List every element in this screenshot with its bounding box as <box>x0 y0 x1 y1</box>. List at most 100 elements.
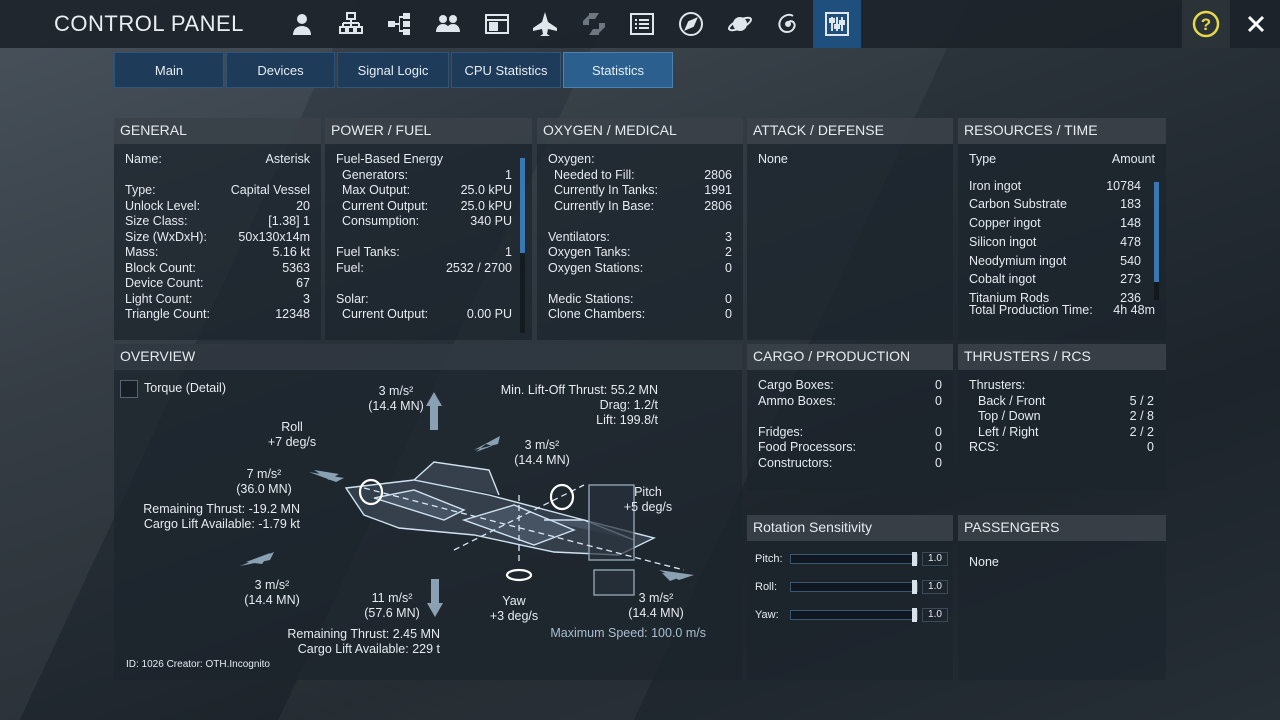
pitch-sensitivity-label: Pitch: <box>755 553 783 565</box>
forward-accel: 3 m/s² (14.4 MN) <box>628 591 684 620</box>
compass-icon[interactable] <box>667 0 716 48</box>
slider-handle[interactable] <box>912 552 917 566</box>
stat-row: Device Count: 67 <box>125 276 310 290</box>
power-list: Fuel-Based Energy Generators: 1 Max Outpu… <box>325 144 532 331</box>
slider-handle[interactable] <box>912 608 917 622</box>
down-remaining-info: Remaining Thrust: 2.45 MN Cargo Lift Avai… <box>287 627 440 656</box>
planet-icon[interactable] <box>715 0 764 48</box>
scroll-thumb[interactable] <box>520 158 525 253</box>
stat-row: Oxygen Tanks: 2 <box>548 245 732 259</box>
oxygen-list: Oxygen: Needed to Fill: 2806 Currently In… <box>537 144 743 331</box>
stat-row: Triangle Count: 12348 <box>125 307 310 321</box>
stat-row: Food Processors: 0 <box>758 440 942 454</box>
stat-row: Max Output: 25.0 kPU <box>342 183 512 197</box>
roll-sensitivity-label: Roll: <box>755 581 778 593</box>
yaw-sensitivity-slider[interactable] <box>790 608 918 622</box>
stat-row: Generators: 1 <box>342 167 512 182</box>
stat-row: Current Output: 25.0 kPU <box>342 198 512 213</box>
stat-row: Fuel Tanks: 1 <box>336 245 512 259</box>
stat-row: Needed to Fill: 2806 <box>554 167 732 182</box>
stat-row: Unlock Level: 20 <box>125 198 310 213</box>
stat-row: Consumption: 340 PU <box>342 214 512 228</box>
sensitivity-panel: Rotation Sensitivity <box>747 515 953 680</box>
thrusters-label: Thrusters: <box>969 378 1026 392</box>
passengers-panel: PASSENGERS None <box>958 515 1166 680</box>
resources-scroll-list[interactable]: Iron ingot 10784 Carbon Substrate 183 Copp… <box>969 177 1155 305</box>
ship-icon[interactable] <box>521 0 570 48</box>
help-icon: ? <box>1192 10 1220 38</box>
oxygen-panel: OXYGEN / MEDICAL Oxygen: Needed to Fill:… <box>537 118 743 340</box>
stat-row: Left / Right 2 / 2 <box>978 424 1154 439</box>
galaxy-icon[interactable] <box>764 0 813 48</box>
general-panel: GENERAL Name: Asterisk Type: Capital Vesse… <box>114 118 321 340</box>
pitch-sensitivity-slider[interactable] <box>790 552 918 566</box>
close-button[interactable] <box>1232 0 1280 48</box>
cargo-panel: CARGO / PRODUCTION Cargo Boxes: 0 Ammo Bo… <box>747 344 953 490</box>
power-panel: POWER / FUEL Fuel-Based Energy Generator… <box>325 118 532 340</box>
sensitivity-title: Rotation Sensitivity <box>747 515 953 541</box>
stat-row: Currently In Tanks: 1991 <box>554 183 732 197</box>
scroll-thumb[interactable] <box>1154 182 1159 282</box>
thrusters-title: THRUSTERS / RCS <box>958 344 1166 370</box>
faction-icon[interactable] <box>424 0 473 48</box>
stat-row: Top / Down 2 / 8 <box>978 409 1154 423</box>
back-left-accel: 3 m/s² (14.4 MN) <box>244 578 300 607</box>
list-icon[interactable] <box>618 0 667 48</box>
stat-row: Mass: 5.16 kt <box>125 245 310 259</box>
tab-statistics[interactable]: Statistics <box>563 52 673 88</box>
browser-icon[interactable] <box>472 0 521 48</box>
page-title: CONTROL PANEL <box>54 11 244 36</box>
tab-main[interactable]: Main <box>114 52 224 88</box>
left-accel: 7 m/s² (36.0 MN) <box>236 467 292 496</box>
blueprint-icon[interactable] <box>570 0 619 48</box>
torque-checkbox[interactable] <box>120 380 138 398</box>
solar-label: Solar: <box>336 291 369 306</box>
stat-row: Ventilators: 3 <box>548 229 732 244</box>
fuel-energy-label: Fuel-Based Energy <box>336 152 444 166</box>
resource-row: Iron ingot 10784 <box>969 178 1141 193</box>
help-button[interactable]: ? <box>1182 0 1230 48</box>
tab-signal-logic[interactable]: Signal Logic <box>337 52 449 88</box>
top-bar: CONTROL PANEL ? <box>0 0 1280 48</box>
down-accel: 11 m/s² (57.6 MN) <box>364 591 420 620</box>
stat-row: Light Count: 3 <box>125 291 310 306</box>
resource-row: Carbon Substrate 183 <box>969 197 1141 212</box>
control-panel-icon[interactable] <box>812 0 862 48</box>
tab-devices[interactable]: Devices <box>226 52 335 88</box>
creator-footer: ID: 1026 Creator: OTH.Incognito <box>126 659 270 670</box>
stat-row: RCS: 0 <box>969 440 1154 454</box>
lift-info: Min. Lift-Off Thrust: 55.2 MN Drag: 1.2/t… <box>500 383 658 427</box>
resources-title: RESOURCES / TIME <box>958 118 1166 144</box>
network-icon[interactable] <box>375 0 424 48</box>
power-scrollbar[interactable] <box>520 158 525 333</box>
thrusters-list: Thrusters: Back / Front 5 / 2 Top / Down 2… <box>958 370 1166 464</box>
tab-bar: Main Devices Signal Logic CPU Statistics… <box>114 52 675 88</box>
resource-row: Cobalt ingot 273 <box>969 272 1141 287</box>
slider-handle[interactable] <box>912 580 917 594</box>
tab-cpu-statistics[interactable]: CPU Statistics <box>451 52 561 88</box>
pitch-sensitivity-value[interactable]: 1.0 <box>922 552 948 566</box>
up-accel: 3 m/s² (14.4 MN) <box>368 384 424 413</box>
attack-title: ATTACK / DEFENSE <box>747 118 953 144</box>
structure-icon[interactable] <box>327 0 376 48</box>
forward-up-accel: 3 m/s² (14.4 MN) <box>514 438 570 467</box>
yaw-sensitivity-value[interactable]: 1.0 <box>922 608 948 622</box>
total-production-row: Total Production Time: 4h 48m <box>969 302 1155 317</box>
cargo-list: Cargo Boxes: 0 Ammo Boxes: 0 Fridges: 0 Foo… <box>747 370 953 479</box>
oxygen-title: OXYGEN / MEDICAL <box>537 118 743 144</box>
general-title: GENERAL <box>114 118 321 144</box>
player-icon[interactable] <box>278 0 327 48</box>
stat-row: Current Output: 0.00 PU <box>342 307 512 321</box>
stat-row: Oxygen Stations: 0 <box>548 260 732 275</box>
torque-label: Torque (Detail) <box>144 381 226 395</box>
roll-sensitivity-slider[interactable] <box>790 580 918 594</box>
stat-row: Fuel: 2532 / 2700 <box>336 260 512 275</box>
yaw-sensitivity-label: Yaw: <box>755 609 779 621</box>
left-remaining-info: Remaining Thrust: -19.2 MN Cargo Lift Ava… <box>143 502 300 531</box>
overview-title: OVERVIEW <box>114 344 742 370</box>
top-icon-row <box>278 0 862 48</box>
roll-sensitivity-value[interactable]: 1.0 <box>922 580 948 594</box>
passengers-value: None <box>969 555 999 569</box>
stat-row: Medic Stations: 0 <box>548 291 732 306</box>
resources-scrollbar[interactable] <box>1154 182 1159 300</box>
